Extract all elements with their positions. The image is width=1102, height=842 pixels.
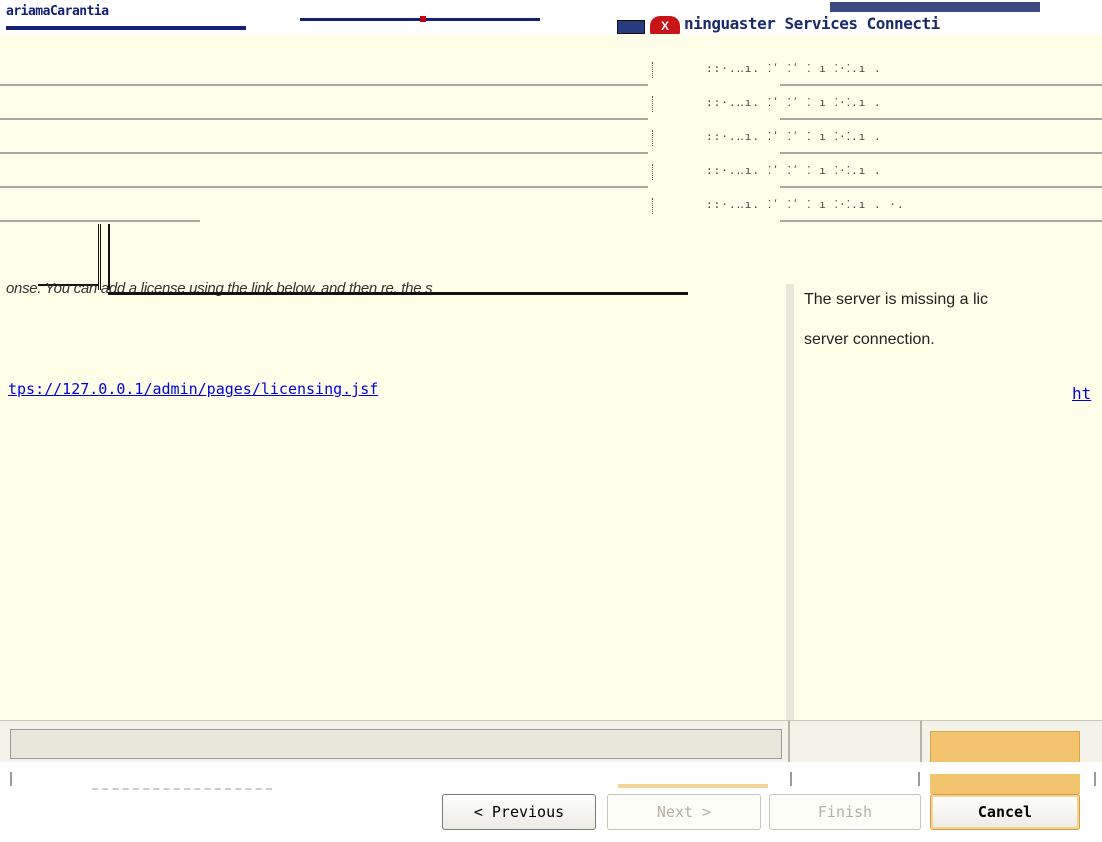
row-value-line — [780, 186, 1102, 188]
row-value-line — [780, 118, 1102, 120]
detail-row: ::·.‥ı. ⁚ʹ ⁚ʹ ⁚ ı ⁚·⁚.ı . — [0, 56, 1102, 90]
window-icon — [617, 20, 645, 34]
row-value: ::·.‥ı. ⁚ʹ ⁚ʹ ⁚ ı ⁚·⁚.ı . — [706, 164, 882, 177]
detail-row: ::·.‥ı. ⁚ʹ ⁚ʹ ⁚ ı ⁚·⁚.ı . ·. — [0, 192, 1102, 226]
row-value: ::·.‥ı. ⁚ʹ ⁚ʹ ⁚ ı ⁚·⁚.ı . ·. — [706, 198, 905, 211]
row-value-line — [780, 220, 1102, 222]
accent-highlight — [930, 774, 1080, 794]
row-value-line — [780, 152, 1102, 154]
title-marker — [420, 16, 426, 22]
status-field — [10, 729, 782, 759]
detail-row: ::·.‥ı. ⁚ʹ ⁚ʹ ⁚ ı ⁚·⁚.ı . — [0, 90, 1102, 124]
row-separator — [652, 96, 654, 112]
row-field-line — [0, 118, 648, 120]
row-value: ::·.‥ı. ⁚ʹ ⁚ʹ ⁚ ı ⁚·⁚.ı . — [706, 62, 882, 75]
row-separator — [652, 62, 654, 78]
next-button[interactable]: Next > — [607, 794, 761, 830]
previous-button[interactable]: < Previous — [442, 794, 596, 830]
bar-dots — [92, 788, 272, 792]
row-value-line — [780, 84, 1102, 86]
title-bar: ariamaCarantia X ninguaster Services Con… — [0, 0, 1102, 34]
row-separator — [652, 164, 654, 180]
accent-highlight — [618, 784, 768, 788]
row-separator — [652, 198, 654, 214]
bar-tick — [790, 772, 792, 786]
detail-row: ::·.‥ı. ⁚ʹ ⁚ʹ ⁚ ı ⁚·⁚.ı . — [0, 158, 1102, 192]
title-underline — [6, 26, 246, 30]
licensing-link-right[interactable]: ht — [1072, 384, 1091, 403]
status-separator — [788, 721, 790, 763]
bar-tick — [10, 772, 12, 786]
row-field-line — [0, 186, 648, 188]
detail-row: ::·.‥ı. ⁚ʹ ⁚ʹ ⁚ ı ⁚·⁚.ı . — [0, 124, 1102, 158]
server-message-line-2: server connection. — [804, 331, 935, 348]
row-field-line — [0, 152, 648, 154]
cancel-button[interactable]: Cancel — [930, 794, 1080, 830]
bar-tick — [918, 772, 920, 786]
row-field-line — [0, 84, 648, 86]
error-icon: X — [650, 16, 680, 34]
status-strip — [0, 720, 1102, 763]
title-overlay-bar — [830, 2, 1040, 12]
bar-tick — [1094, 772, 1096, 786]
row-value: ::·.‥ı. ⁚ʹ ⁚ʹ ⁚ ı ⁚·⁚.ı . — [706, 130, 882, 143]
server-message: The server is missing a lic server conne… — [804, 280, 1102, 360]
finish-button[interactable]: Finish — [769, 794, 921, 830]
row-field-line — [0, 220, 200, 222]
panel-splitter[interactable] — [786, 284, 794, 754]
accent-block — [930, 731, 1080, 763]
licensing-link[interactable]: tps://127.0.0.1/admin/pages/licensing.js… — [8, 380, 378, 398]
window-title-right: ninguaster Services Connecti — [684, 14, 940, 33]
status-separator — [920, 721, 922, 763]
row-separator — [652, 130, 654, 146]
content-area: ::·.‥ı. ⁚ʹ ⁚ʹ ⁚ ı ⁚·⁚.ı . ::·.‥ı. ⁚ʹ ⁚ʹ … — [0, 34, 1102, 754]
wizard-button-bar: < Previous Next > Finish Cancel — [0, 762, 1102, 842]
server-message-line-1: The server is missing a lic — [804, 291, 989, 308]
row-value: ::·.‥ı. ⁚ʹ ⁚ʹ ⁚ ı ⁚·⁚.ı . — [706, 96, 882, 109]
overlay-line — [108, 292, 688, 295]
